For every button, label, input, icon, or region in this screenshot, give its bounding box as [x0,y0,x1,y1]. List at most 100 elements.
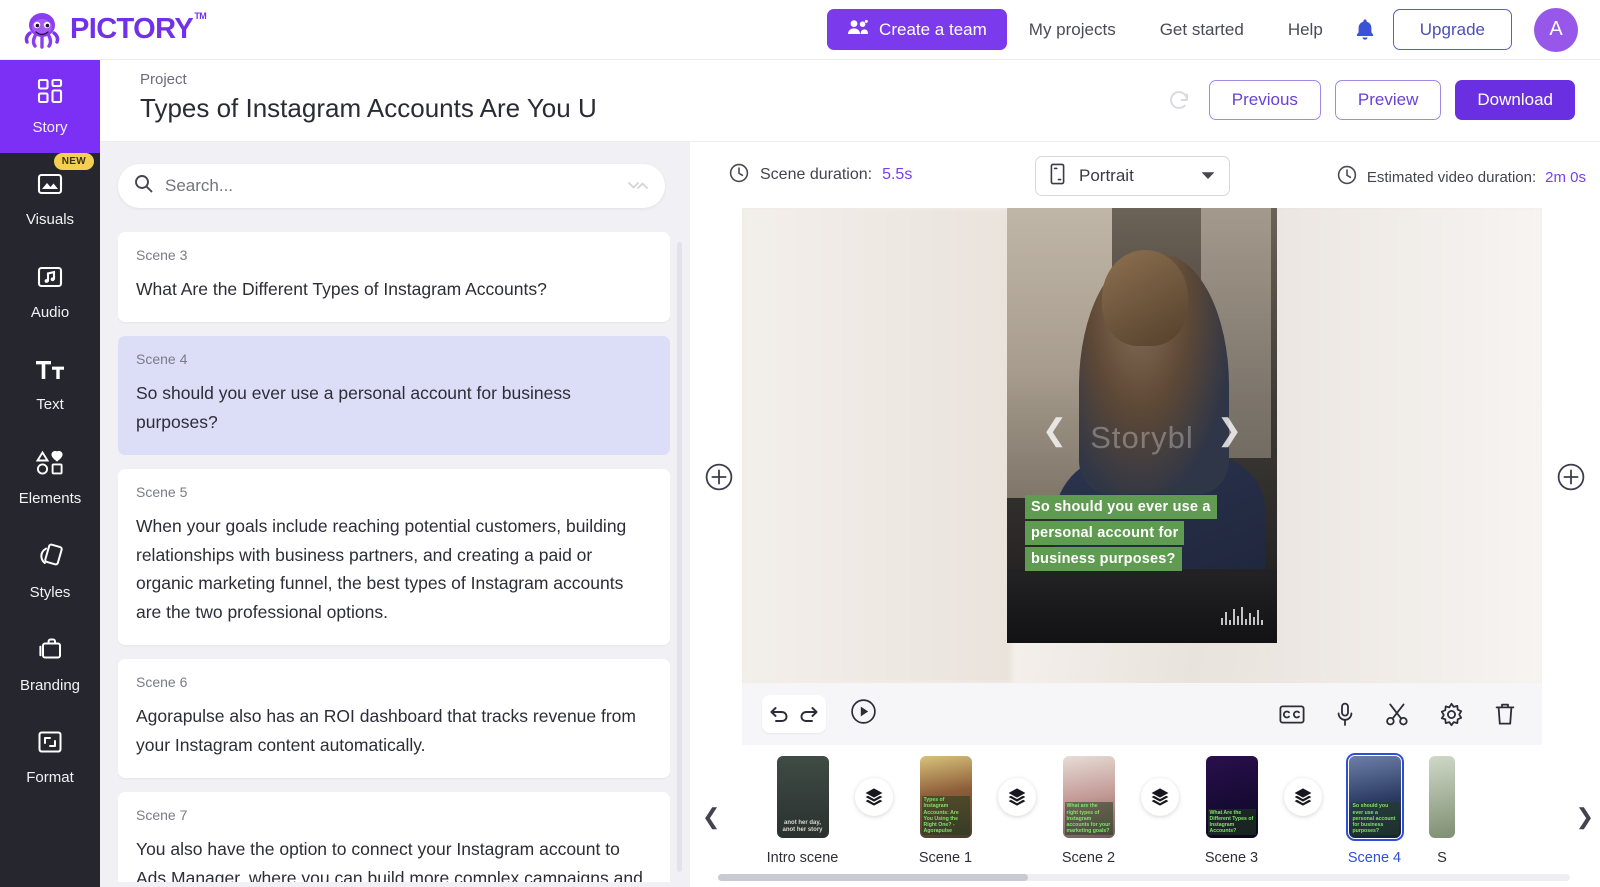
search-nav-chevrons[interactable] [627,177,649,195]
trademark-symbol: TM [194,11,207,21]
thumbnail-label: Scene 1 [918,850,973,866]
video-stage: So should you ever use a personal accoun… [742,208,1542,683]
sidebar-item-text[interactable]: Text [0,339,100,432]
scene-cards: Scene 3 What Are the Different Types of … [118,232,670,882]
sidebar-label-visuals: Visuals [25,211,75,228]
sidebar-item-styles[interactable]: Styles [0,525,100,618]
avatar[interactable]: A [1534,7,1578,52]
player-right-tools [1279,702,1516,727]
scene-card[interactable]: Scene 7 You also have the option to conn… [118,791,670,882]
hidden-eye-icon[interactable] [790,756,816,759]
undo-redo-group [762,695,826,733]
scene-thumbnail[interactable]: So should you ever use a personal accoun… [1345,753,1404,841]
project-title[interactable]: Types of Instagram Accounts Are You U [140,93,840,124]
timeline-item[interactable]: S [1427,756,1457,866]
scene-text[interactable]: So should you ever use a personal accoun… [136,379,652,437]
scene-list-scrollbar[interactable] [677,242,682,872]
create-team-button[interactable]: Create a team [827,9,1007,50]
scene-list-panel: Scene 3 What Are the Different Types of … [100,142,690,887]
transition-button[interactable] [1141,778,1179,816]
redo-icon[interactable] [798,704,820,724]
previous-clip-button[interactable]: ❮ [1042,416,1067,446]
undo-icon[interactable] [768,704,790,724]
sidebar-item-elements[interactable]: Elements [0,432,100,525]
thumbnail-caption: So should you ever use a personal accoun… [1350,802,1399,835]
transition-button[interactable] [855,778,893,816]
caption-overlay[interactable]: So should you ever use a personal accoun… [1025,494,1235,571]
stage-blur-left [742,208,1012,683]
scene-text[interactable]: You also have the option to connect your… [136,835,652,882]
next-clip-button[interactable]: ❯ [1217,416,1242,446]
create-team-label: Create a team [879,19,987,39]
chevron-down-icon [1201,167,1215,185]
portrait-icon [1050,163,1065,190]
thumbnail-label: Scene 2 [1061,850,1116,866]
scene-text[interactable]: What Are the Different Types of Instagra… [136,275,652,304]
sidebar-label-styles: Styles [29,584,71,601]
timeline-scrollbar[interactable] [718,874,1570,881]
sidebar-label-format: Format [26,769,74,786]
app-logo[interactable]: PICTORY TM [22,11,207,49]
sidebar-item-format[interactable]: Format [0,711,100,804]
scene-duration: Scene duration: 5.5s [728,162,912,189]
scene-text[interactable]: Agorapulse also has an ROI dashboard tha… [136,702,652,760]
play-icon[interactable] [850,698,877,730]
aspect-ratio-select[interactable]: Portrait [1035,156,1230,196]
timeline-track: anot her day, anot her story Intro scene… [750,753,1590,866]
thumbnail-caption: What Are the Different Types of Instagra… [1207,808,1256,835]
add-scene-after-button[interactable] [1556,462,1586,497]
previous-button[interactable]: Previous [1208,80,1321,120]
nav-get-started[interactable]: Get started [1138,20,1266,40]
project-header: Project Types of Instagram Accounts Are … [100,60,1600,142]
timeline-item[interactable]: What are the right types of Instagram ac… [1036,756,1141,866]
preview-button[interactable]: Preview [1334,80,1442,120]
sidebar-item-audio[interactable]: Audio [0,246,100,339]
scissors-icon[interactable] [1385,702,1409,727]
scene-card[interactable]: Scene 5 When your goals include reaching… [118,468,670,646]
nav-my-projects[interactable]: My projects [1007,20,1138,40]
scene-duration-value: 5.5s [882,166,913,183]
timeline-item[interactable]: anot her day, anot her story Intro scene [750,756,855,866]
transition-button[interactable] [1284,778,1322,816]
gear-icon[interactable] [1439,702,1464,727]
estimated-duration-value: 2m 0s [1545,168,1586,186]
scene-card[interactable]: Scene 4 So should you ever use a persona… [118,335,670,455]
scene-card[interactable]: Scene 3 What Are the Different Types of … [118,232,670,322]
scene-thumbnail[interactable]: What Are the Different Types of Instagra… [1205,756,1258,838]
trash-icon[interactable] [1494,702,1516,727]
scene-card[interactable]: Scene 6 Agorapulse also has an ROI dashb… [118,659,670,778]
add-scene-before-button[interactable] [704,462,734,497]
nav-help[interactable]: Help [1266,20,1345,40]
shapes-icon [35,450,65,481]
bell-icon[interactable] [1353,17,1377,42]
scene-thumbnail[interactable]: What are the right types of Instagram ac… [1062,756,1115,838]
timeline-item[interactable]: So should you ever use a personal accoun… [1322,753,1427,866]
scene-duration-label: Scene duration: [760,166,873,183]
search-input[interactable] [165,176,615,196]
upgrade-button[interactable]: Upgrade [1392,9,1512,50]
sidebar-item-branding[interactable]: Branding [0,618,100,711]
timeline-item[interactable]: Types of Instagram Accounts: Are You Usi… [893,756,998,866]
search-box[interactable] [118,164,665,208]
audio-waveform-icon [1221,605,1263,625]
download-button[interactable]: Download [1455,80,1575,120]
sidebar-item-visuals[interactable]: NEW Visuals [0,153,100,246]
estimated-duration-label: Estimated video duration: [1366,168,1537,186]
timeline-scrollbar-thumb[interactable] [718,874,1028,881]
thumbnail-caption: What are the right types of Instagram ac… [1064,802,1113,835]
scene-thumbnail[interactable] [1429,756,1455,838]
header-nav: Create a team My projects Get started He… [827,7,1578,52]
microphone-icon[interactable] [1335,702,1355,727]
scene-text[interactable]: When your goals include reaching potenti… [136,512,652,628]
sidebar-label-audio: Audio [30,304,70,321]
search-icon [134,174,153,198]
sidebar-item-story[interactable]: Story [0,60,100,153]
thumbnail-label: Scene 4 [1347,850,1402,866]
cc-icon[interactable] [1279,704,1305,725]
scene-thumbnail[interactable]: anot her day, anot her story [776,756,829,838]
timeline-item[interactable]: What Are the Different Types of Instagra… [1179,756,1284,866]
thumbnail-caption: Types of Instagram Accounts: Are You Usi… [921,796,970,835]
transition-button[interactable] [998,778,1036,816]
scene-thumbnail[interactable]: Types of Instagram Accounts: Are You Usi… [919,756,972,838]
timeline-prev-button[interactable]: ❮ [702,804,720,830]
